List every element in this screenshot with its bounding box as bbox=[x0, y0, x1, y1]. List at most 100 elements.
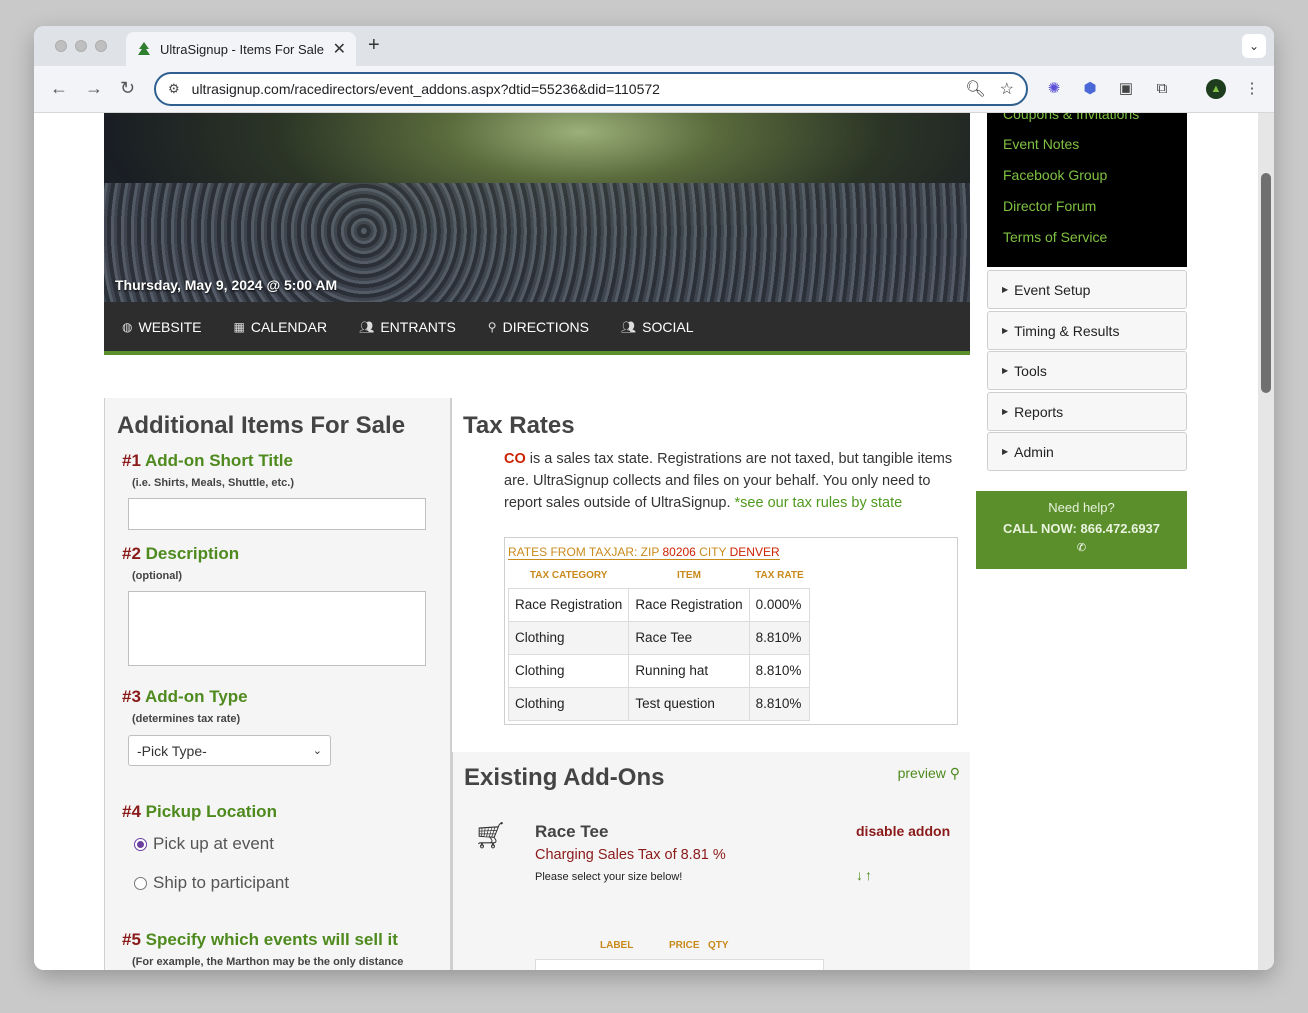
menu-link-terms[interactable]: Terms of Service bbox=[1003, 222, 1187, 253]
tax-state: CO bbox=[504, 451, 526, 467]
director-menu: Coupons & Invitations Event Notes Facebo… bbox=[987, 113, 1187, 267]
address-bar[interactable]: ⚙ ultrasignup.com/racedirectors/event_ad… bbox=[154, 72, 1028, 106]
menu-link-facebook-group[interactable]: Facebook Group bbox=[1003, 160, 1187, 191]
rates-source: RATES FROM TAXJAR: ZIP 80206 CITY DENVER bbox=[508, 545, 780, 560]
tab-title: UltraSignup - Items For Sale bbox=[160, 41, 325, 57]
step-number: #2 bbox=[122, 544, 141, 563]
step-3-heading: #3 Add-on Type bbox=[122, 687, 248, 707]
help-phone[interactable]: CALL NOW: 866.472.6937 bbox=[976, 521, 1187, 536]
url-text[interactable]: ultrasignup.com/racedirectors/event_addo… bbox=[192, 81, 952, 97]
tax-rates-panel: Tax Rates CO is a sales tax state. Regis… bbox=[452, 404, 969, 752]
menu-link-coupons[interactable]: Coupons & Invitations bbox=[1003, 113, 1187, 129]
phone-icon: ✆ bbox=[1076, 542, 1087, 554]
nav-social[interactable]: 👥︎ SOCIAL bbox=[621, 319, 694, 335]
event-date: Thursday, May 9, 2024 @ 5:00 AM bbox=[115, 277, 338, 293]
column-header: TAX RATE bbox=[755, 570, 804, 582]
nav-calendar[interactable]: ▦ CALENDAR bbox=[234, 319, 328, 335]
column-header: PRICE bbox=[669, 940, 700, 951]
section-label: Reports bbox=[1014, 403, 1064, 420]
table-cell: Test question bbox=[628, 686, 750, 721]
maximize-window-button[interactable] bbox=[95, 40, 107, 52]
step-label: Specify which events will sell it bbox=[145, 930, 398, 949]
rates-zip: 80206 bbox=[662, 545, 696, 559]
description-textarea[interactable] bbox=[128, 591, 426, 666]
zoom-icon[interactable]: 🔍︎ bbox=[965, 79, 985, 99]
nav-website[interactable]: ◍ WEBSITE bbox=[122, 319, 202, 335]
ultrasignup-favicon-icon bbox=[138, 42, 150, 55]
extension-icon[interactable]: ▣ bbox=[1116, 79, 1136, 99]
section-label: Admin bbox=[1014, 443, 1054, 460]
extension-icon[interactable]: ✺ bbox=[1044, 79, 1064, 99]
extension-icon[interactable]: ⬢ bbox=[1080, 79, 1100, 99]
step-1-heading: #1 Add-on Short Title bbox=[122, 451, 293, 471]
section-reports[interactable]: ▶ Reports bbox=[987, 392, 1187, 431]
event-hero-image: Thursday, May 9, 2024 @ 5:00 AM bbox=[104, 113, 970, 302]
step-3-hint: (determines tax rate) bbox=[132, 713, 241, 725]
rates-city-label: CITY bbox=[695, 545, 730, 559]
more-menu-icon[interactable]: ⋮ bbox=[1242, 79, 1262, 99]
arrow-down-icon[interactable]: ↓ bbox=[856, 867, 865, 883]
section-timing-results[interactable]: ▶ Timing & Results bbox=[987, 311, 1187, 350]
arrow-up-icon[interactable]: ↑ bbox=[865, 867, 874, 883]
bookmark-star-icon[interactable]: ☆ bbox=[1000, 79, 1014, 99]
radio-label: Pick up at event bbox=[153, 834, 274, 853]
section-tools[interactable]: ▶ Tools bbox=[987, 351, 1187, 390]
tab-search-button[interactable]: ⌄ bbox=[1242, 34, 1266, 58]
table-cell: Clothing bbox=[507, 620, 630, 655]
menu-link-event-notes[interactable]: Event Notes bbox=[1003, 129, 1187, 160]
reload-icon[interactable]: ↻ bbox=[120, 78, 135, 99]
back-icon[interactable]: ← bbox=[50, 78, 68, 99]
section-admin[interactable]: ▶ Admin bbox=[987, 432, 1187, 471]
rates-source-label: RATES FROM TAXJAR: ZIP bbox=[508, 545, 663, 559]
nav-entrants[interactable]: 👥︎ ENTRANTS bbox=[359, 319, 456, 335]
addon-type-select[interactable]: -Pick Type- ⌄ bbox=[128, 735, 331, 766]
table-row: Race Registration Race Registration 0.00… bbox=[507, 587, 811, 622]
tab-close-icon[interactable]: ✕ bbox=[333, 39, 346, 59]
new-tab-button[interactable]: + bbox=[368, 34, 380, 57]
page-scrollbar[interactable] bbox=[1258, 113, 1274, 970]
short-title-input[interactable] bbox=[128, 498, 426, 530]
reorder-arrows: ↓↑ bbox=[856, 867, 874, 883]
menu-link-director-forum[interactable]: Director Forum bbox=[1003, 191, 1187, 222]
step-number: #3 bbox=[122, 687, 141, 706]
table-cell: 8.810% bbox=[748, 620, 811, 655]
help-box[interactable]: Need help? CALL NOW: 866.472.6937 ✆ bbox=[976, 491, 1187, 569]
tab-strip: UltraSignup - Items For Sale ✕ + ⌄ bbox=[34, 26, 1274, 66]
minimize-window-button[interactable] bbox=[75, 40, 87, 52]
search-icon: ⚲ bbox=[949, 765, 960, 781]
disable-addon-link[interactable]: disable addon bbox=[856, 823, 950, 839]
tax-rules-link[interactable]: *see our tax rules by state bbox=[735, 495, 903, 511]
caret-right-icon: ▶ bbox=[1002, 285, 1009, 294]
forward-icon[interactable]: → bbox=[85, 78, 103, 99]
caret-right-icon: ▶ bbox=[1002, 447, 1009, 456]
ship-to-participant-option[interactable]: Ship to participant bbox=[134, 873, 289, 893]
close-window-button[interactable] bbox=[55, 40, 67, 52]
extensions-puzzle-icon[interactable]: ⧉ bbox=[1152, 79, 1172, 99]
nav-label: DIRECTIONS bbox=[502, 318, 589, 335]
step-2-hint: (optional) bbox=[132, 570, 183, 582]
step-label: Description bbox=[145, 544, 240, 563]
tax-rates-table: TAX CATEGORY ITEM TAX RATE Race Registra… bbox=[507, 564, 811, 721]
tax-description: CO is a sales tax state. Registrations a… bbox=[504, 448, 959, 514]
form-title: Additional Items For Sale bbox=[117, 412, 406, 439]
step-5-heading: #5 Specify which events will sell it bbox=[122, 930, 398, 950]
preview-link[interactable]: preview ⚲ bbox=[898, 765, 960, 782]
pickup-at-event-option[interactable]: Pick up at event bbox=[134, 834, 274, 854]
site-settings-icon[interactable]: ⚙ bbox=[168, 81, 180, 97]
radio-button[interactable] bbox=[134, 837, 147, 851]
step-number: #1 bbox=[122, 451, 141, 470]
profile-avatar-icon[interactable]: ▲ bbox=[1206, 79, 1226, 99]
scrollbar-thumb[interactable] bbox=[1261, 173, 1271, 393]
section-event-setup[interactable]: ▶ Event Setup bbox=[987, 270, 1187, 309]
browser-toolbar: ← → ↻ ⚙ ultrasignup.com/racedirectors/ev… bbox=[34, 66, 1274, 113]
radio-button[interactable] bbox=[134, 876, 147, 890]
table-cell: Race Registration bbox=[507, 587, 630, 622]
step-2-heading: #2 Description bbox=[122, 544, 239, 564]
column-header: TAX CATEGORY bbox=[529, 570, 608, 582]
addon-name: Race Tee bbox=[535, 822, 609, 841]
column-header: QTY bbox=[708, 940, 729, 951]
browser-tab[interactable]: UltraSignup - Items For Sale ✕ bbox=[126, 32, 356, 66]
nav-directions[interactable]: ⚲ DIRECTIONS bbox=[488, 319, 589, 335]
select-value: -Pick Type- bbox=[137, 742, 207, 759]
nav-label: WEBSITE bbox=[138, 318, 202, 335]
